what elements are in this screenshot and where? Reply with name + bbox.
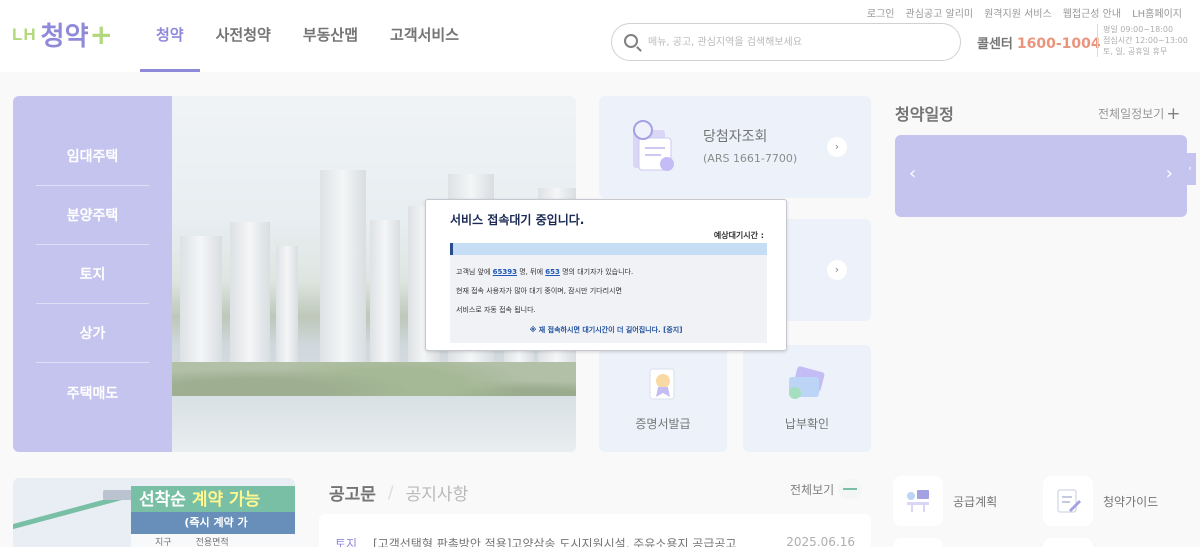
line1-prefix: 고객님 앞에: [456, 268, 493, 276]
message-line-2: 현재 접속 사용자가 많아 대기 중이며, 잠시만 기다리시면: [456, 287, 622, 295]
message-line-3: 서비스로 자동 접속 됩니다.: [456, 306, 536, 314]
line1-mid: 명, 뒤에: [517, 268, 546, 276]
queue-count-line: 고객님 앞에 65393 명, 뒤에 653 명의 대기자가 있습니다.: [456, 263, 761, 282]
stop-waiting-link[interactable]: ※ 재 접속하시면 대기시간이 더 길어집니다. [중지]: [426, 325, 786, 335]
estimated-wait-label: 예상대기시간 :: [713, 231, 764, 240]
behind-count: 653: [545, 268, 560, 276]
queue-progress-bar: [450, 243, 767, 255]
queue-progress-fill: [450, 243, 454, 255]
estimated-wait: 예상대기시간 :: [714, 230, 764, 241]
dialog-title: 서비스 접속대기 중입니다.: [450, 213, 585, 227]
waiting-queue-dialog: 서비스 접속대기 중입니다. 예상대기시간 : 고객님 앞에 65393 명, …: [425, 199, 787, 351]
line1-suffix: 명의 대기자가 있습니다.: [559, 268, 634, 276]
ahead-count: 65393: [492, 268, 518, 276]
